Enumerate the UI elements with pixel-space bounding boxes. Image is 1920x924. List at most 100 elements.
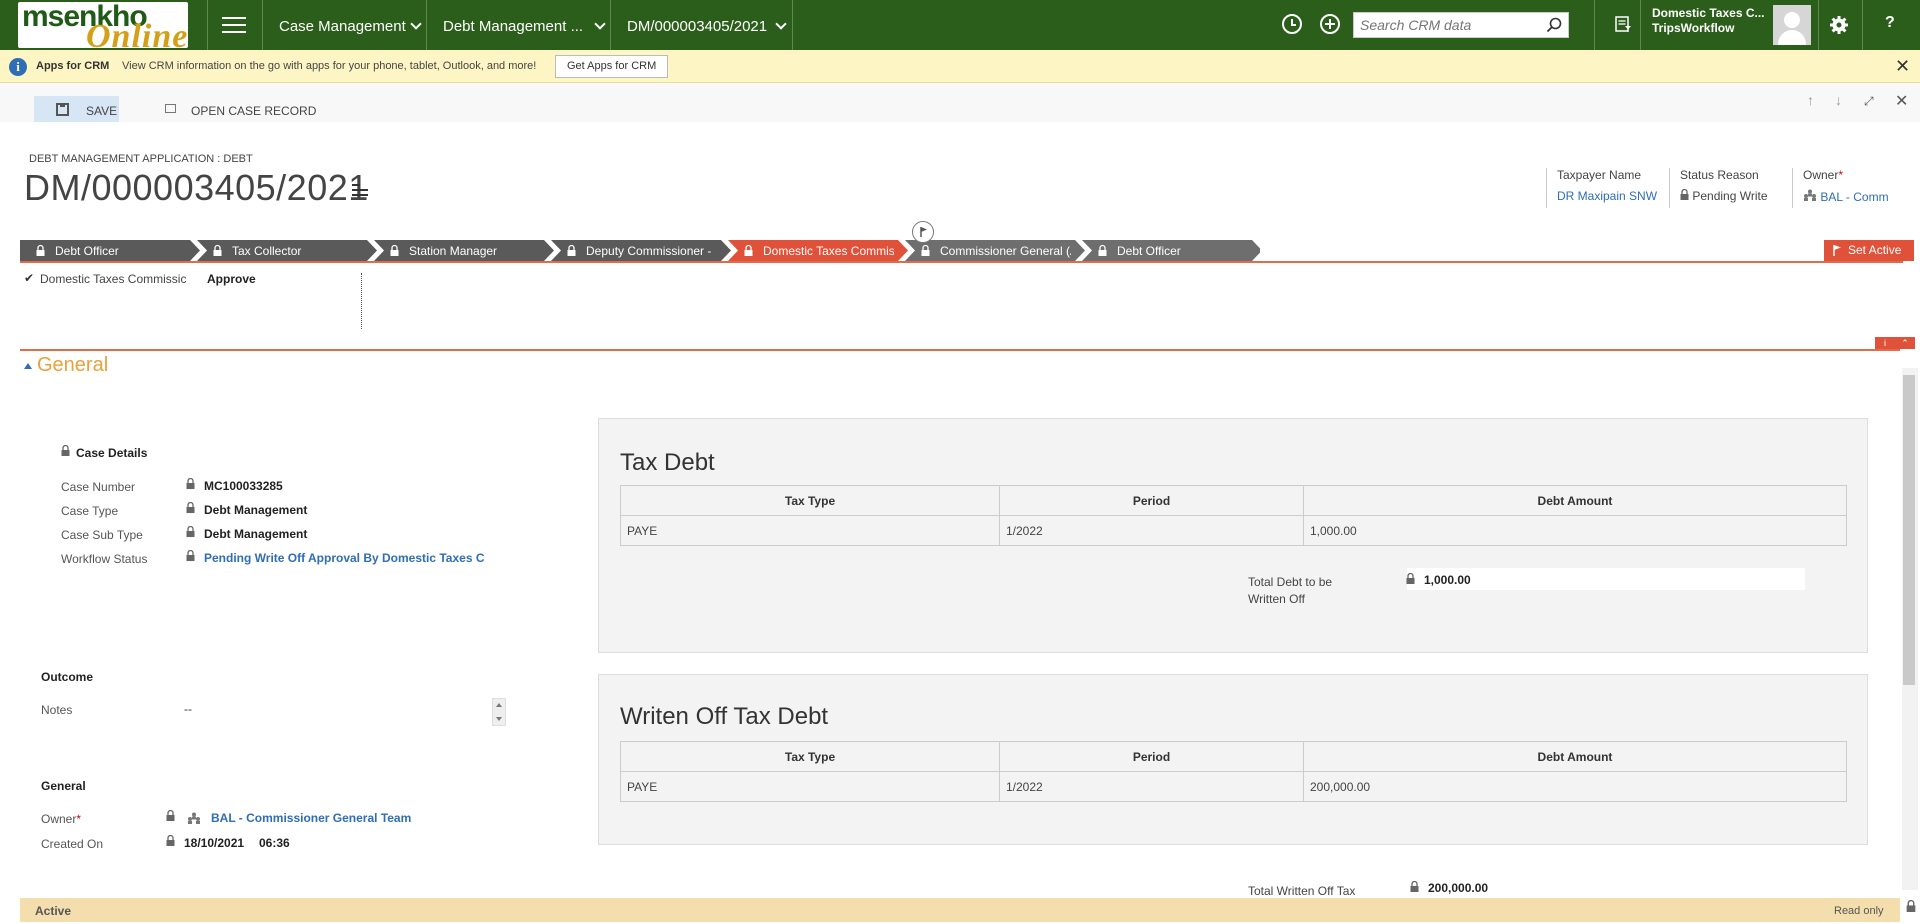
process-stage[interactable]: Domestic Taxes Commiss — [728, 240, 908, 261]
process-stage[interactable]: Commissioner General (Ac — [905, 240, 1085, 261]
next-record-down-arrow-icon[interactable]: ↓ — [1835, 92, 1842, 108]
status-reason-text: Pending Write — [1692, 189, 1768, 203]
column-header-tax-type[interactable]: Tax Type — [620, 741, 1000, 772]
lock-icon — [186, 550, 195, 561]
notes-scroller[interactable] — [492, 698, 506, 726]
header-field-taxpayer-name: Taxpayer Name DR Maxipain SNW — [1546, 168, 1664, 208]
search-box — [1353, 12, 1569, 38]
case-sub-type-value: Debt Management — [204, 527, 308, 541]
owner-value[interactable]: BAL - Comm — [1803, 189, 1903, 204]
nav-divider — [207, 0, 208, 50]
written-off-title: Writen Off Tax Debt — [620, 703, 829, 730]
nav-record-link[interactable]: DM/000003405/2021 — [627, 18, 767, 35]
previous-record-up-arrow-icon[interactable]: ↑ — [1807, 92, 1814, 108]
process-stage[interactable]: Debt Officer — [20, 240, 200, 261]
case-details-heading: Case Details — [76, 446, 148, 460]
advanced-find-icon[interactable] — [1614, 15, 1632, 33]
case-number-label: Case Number — [61, 480, 136, 494]
entity-label: DEBT MANAGEMENT APPLICATION : DEBT — [29, 153, 253, 165]
process-stage[interactable]: Debt Officer — [1082, 240, 1260, 261]
header-field-label: Owner* — [1803, 168, 1844, 182]
chevron-down-icon[interactable] — [594, 18, 606, 30]
notes-label: Notes — [41, 703, 73, 717]
scrollbar-thumb[interactable] — [1903, 375, 1915, 685]
section-title-general[interactable]: General — [37, 354, 108, 377]
process-stage-label: Domestic Taxes Commiss — [763, 244, 901, 258]
user-organization[interactable]: TripsWorkflow — [1652, 21, 1734, 35]
set-active-button[interactable]: Set Active — [1824, 240, 1914, 261]
command-bar: SAVE OPEN CASE RECORD — [0, 84, 1920, 122]
pop-out-icon[interactable]: ⤢ — [1864, 94, 1874, 109]
column-header-period[interactable]: Period — [999, 741, 1304, 772]
case-number-value: MC100033285 — [204, 479, 283, 493]
close-record-icon[interactable]: ✕ — [1895, 91, 1908, 111]
top-navigation-bar: msenkho Online Case Management Debt Mana… — [0, 0, 1920, 50]
process-stage-label: Station Manager — [409, 244, 497, 258]
info-icon[interactable]: i — [1875, 337, 1895, 349]
save-button[interactable]: SAVE — [34, 96, 119, 122]
get-apps-button[interactable]: Get Apps for CRM — [555, 55, 669, 78]
nav-area-link[interactable]: Case Management — [279, 18, 406, 35]
process-stage-label: Tax Collector — [232, 244, 301, 258]
section-divider-line — [20, 349, 1900, 351]
company-logo[interactable]: msenkho Online — [18, 2, 188, 48]
search-icon[interactable] — [1546, 17, 1562, 33]
record-menu-icon[interactable] — [352, 184, 368, 196]
lock-icon — [186, 502, 195, 513]
column-header-debt-amount[interactable]: Debt Amount — [1303, 485, 1847, 516]
user-name[interactable]: Domestic Taxes C... — [1652, 6, 1765, 20]
close-icon[interactable]: ✕ — [1895, 56, 1910, 77]
lock-icon — [1680, 189, 1689, 200]
outcome-heading: Outcome — [41, 670, 94, 684]
column-header-tax-type[interactable]: Tax Type — [620, 485, 1000, 516]
cell-debt-amount: 1,000.00 — [1303, 515, 1847, 546]
notes-value[interactable]: -- — [184, 702, 192, 716]
process-divider-line — [20, 261, 1903, 263]
section-collapse-triangle-icon[interactable] — [24, 363, 32, 369]
nav-divider — [610, 0, 611, 50]
owner-team-link[interactable]: BAL - Commissioner General Team — [211, 811, 411, 825]
total-debt-value: 1,000.00 — [1424, 573, 1471, 587]
taxpayer-name-link[interactable]: DR Maxipain SNW — [1557, 189, 1659, 203]
table-row[interactable]: PAYE 1/2022 1,000.00 — [620, 515, 1847, 546]
process-stage[interactable]: Deputy Commissioner - — [551, 240, 731, 261]
scroll-down-arrow-icon[interactable] — [496, 717, 502, 721]
recent-items-clock-icon[interactable] — [1282, 14, 1302, 34]
info-icon: i — [9, 58, 27, 76]
lock-icon — [166, 810, 175, 821]
collapse-icon[interactable]: ⌃ — [1895, 337, 1915, 349]
search-input[interactable] — [1354, 13, 1534, 37]
checkmark-icon: ✔ — [24, 271, 35, 285]
flag-icon — [1833, 245, 1841, 256]
created-on-time: 06:36 — [259, 836, 290, 850]
help-icon[interactable]: ? — [1885, 14, 1895, 32]
process-flag-icon[interactable] — [912, 221, 934, 243]
chevron-down-icon[interactable] — [775, 18, 787, 30]
written-off-grid: Tax Type Period Debt Amount PAYE 1/2022 … — [620, 741, 1847, 802]
logo-text-secondary: Online — [86, 18, 188, 48]
open-case-record-label: OPEN CASE RECORD — [191, 104, 317, 118]
column-header-period[interactable]: Period — [999, 485, 1304, 516]
stage-step-value[interactable]: Approve — [207, 272, 256, 286]
avatar[interactable] — [1773, 5, 1811, 45]
nav-divider — [426, 0, 427, 50]
process-stage[interactable]: Station Manager — [374, 240, 554, 261]
lock-icon — [186, 478, 195, 489]
gear-icon[interactable] — [1829, 15, 1849, 35]
table-row[interactable]: PAYE 1/2022 200,000.00 — [620, 771, 1847, 802]
process-stage-label: Commissioner General (Ac — [940, 244, 1084, 258]
create-new-plus-icon[interactable] — [1320, 14, 1340, 34]
column-header-debt-amount[interactable]: Debt Amount — [1303, 741, 1847, 772]
menu-icon[interactable] — [222, 17, 246, 33]
stage-divider — [361, 273, 362, 329]
scroll-up-arrow-icon[interactable] — [496, 703, 502, 707]
cell-period: 1/2022 — [999, 515, 1304, 546]
process-stage[interactable]: Tax Collector — [197, 240, 377, 261]
save-icon — [56, 103, 69, 116]
workflow-status-value[interactable]: Pending Write Off Approval By Domestic T… — [204, 551, 488, 565]
nav-entity-link[interactable]: Debt Management ... — [443, 18, 583, 35]
set-active-label: Set Active — [1848, 243, 1902, 257]
owner-link[interactable]: BAL - Comm — [1820, 190, 1888, 204]
chevron-down-icon[interactable] — [410, 18, 422, 30]
total-debt-label-line-2: Written Off — [1248, 592, 1305, 606]
